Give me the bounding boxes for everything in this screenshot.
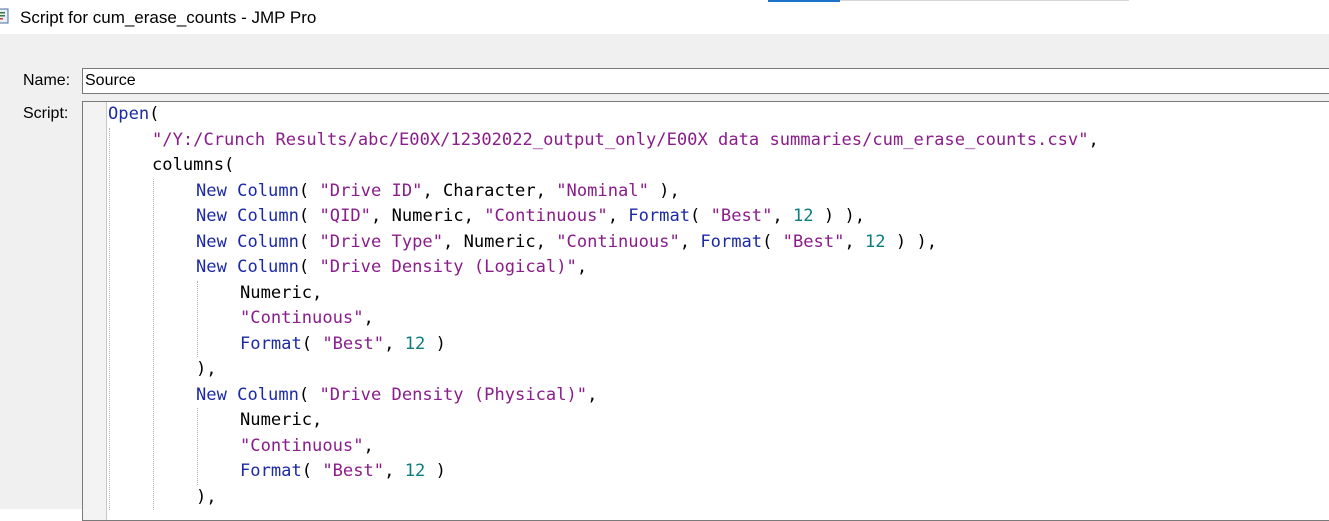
editor-gutter [83,102,107,520]
code-token-str: "Continuous" [240,308,364,328]
code-token-plain: ) [425,333,446,354]
indent-guide [197,280,198,357]
active-tab-indicator [768,0,840,2]
code-line: New Column( "Drive ID", Character, "Nomi… [196,179,680,205]
code-token-plain: ), [196,486,217,507]
code-token-str: "Drive Density (Logical)" [319,257,577,277]
code-token-str: "Best" [710,206,773,226]
code-token-plain: ( [690,206,711,226]
code-line: "/Y:/Crunch Results/abc/E00X/12302022_ou… [152,128,1099,154]
code-line: New Column( "Drive Type", Numeric, "Cont… [196,230,937,256]
code-token-plain: ( [298,206,320,226]
code-line: New Column( "Drive Density (Physical)", [196,383,597,409]
code-line: Format( "Best", 12 ) [240,332,446,358]
code-token-plain: ( [298,257,320,277]
code-token-plain: , [1088,129,1099,150]
code-token-plain: ( [298,180,320,201]
code-token-num: 12 [404,333,426,354]
code-token-plain: , [363,435,374,456]
code-token-kw: Format [240,333,302,354]
indent-guide [109,127,110,510]
code-token-num: 12 [865,231,886,252]
code-line: "Continuous", [240,306,374,332]
code-token-num: 12 [404,461,426,481]
code-token-plain: ( [298,231,320,252]
name-field[interactable] [82,68,1329,94]
code-token-plain: , Numeric, [370,206,485,226]
title-bar: Script for cum_erase_counts - JMP Pro [0,0,1329,34]
code-token-plain: , [587,384,598,405]
code-token-str: "Best" [322,461,385,481]
code-token-plain: columns( [152,155,235,175]
code-token-plain: Numeric, [240,410,323,430]
code-token-plain: , [679,231,701,252]
indent-guide [197,408,198,485]
code-token-plain: , [384,461,405,481]
code-line: Numeric, [240,408,322,434]
script-label: Script: [23,105,69,122]
code-token-str: "Best" [322,333,385,354]
code-token-str: "Continuous" [240,435,364,456]
code-token-plain: ), [648,180,680,201]
jmp-script-icon [0,8,9,24]
code-token-kw: New Column [196,231,299,252]
code-line: columns( [152,153,234,179]
script-code[interactable]: Open("/Y:/Crunch Results/abc/E00X/123020… [108,102,1329,520]
code-line: New Column( "Drive Density (Logical)", [196,255,587,281]
tab-strip-divider [840,0,1129,1]
code-token-plain: ( [149,104,160,124]
code-token-plain: , [844,231,866,252]
code-token-kw: New Column [196,384,299,405]
code-token-kw: New Column [196,257,299,277]
code-token-plain: ( [301,333,323,354]
code-line: Open( [108,102,159,128]
code-token-plain: , [363,308,374,328]
code-token-kw: Format [240,461,302,481]
code-token-plain: ( [762,231,783,252]
code-token-str: "Drive ID" [319,180,423,201]
code-token-num: 12 [792,206,814,226]
code-line: ), [196,357,217,383]
code-line: New Column( "QID", Numeric, "Continuous"… [196,204,865,230]
name-label: Name: [23,72,71,89]
code-line: ), [196,485,217,511]
code-token-kw: Format [700,231,763,252]
code-token-plain: , Numeric, [443,231,557,252]
code-token-plain: , [607,206,629,226]
script-editor[interactable]: Open("/Y:/Crunch Results/abc/E00X/123020… [82,101,1329,521]
code-token-kw: New Column [196,206,299,226]
window-title: Script for cum_erase_counts - JMP Pro [20,8,317,27]
code-token-plain: ( [301,461,323,481]
code-token-kw: New Column [196,180,299,201]
code-token-plain: Numeric, [240,282,323,303]
code-token-kw: Open [108,104,150,124]
code-token-str: "Drive Type" [319,231,444,252]
code-token-str: "QID" [319,206,371,226]
code-token-str: "Continuous" [556,231,680,252]
code-token-plain: , [772,206,793,226]
code-token-plain: , [384,333,405,354]
code-line: Format( "Best", 12 ) [240,459,446,485]
code-token-str: "Nominal" [556,180,649,201]
code-token-plain: ) ), [885,231,938,252]
code-token-str: "/Y:/Crunch Results/abc/E00X/12302022_ou… [152,129,1089,150]
code-line: "Continuous", [240,434,374,460]
code-token-str: "Continuous" [484,206,608,226]
code-token-plain: ) ), [813,206,866,226]
code-token-kw: Format [628,206,691,226]
code-token-plain: , [576,257,588,277]
code-token-str: "Drive Density (Physical)" [319,384,588,405]
code-token-plain: ) [425,461,446,481]
code-line: Numeric, [240,281,322,307]
indent-guide [153,178,154,510]
code-token-plain: , Character, [422,180,557,201]
code-token-plain: ), [196,359,217,379]
code-token-str: "Best" [782,231,845,252]
code-token-plain: ( [298,384,320,405]
